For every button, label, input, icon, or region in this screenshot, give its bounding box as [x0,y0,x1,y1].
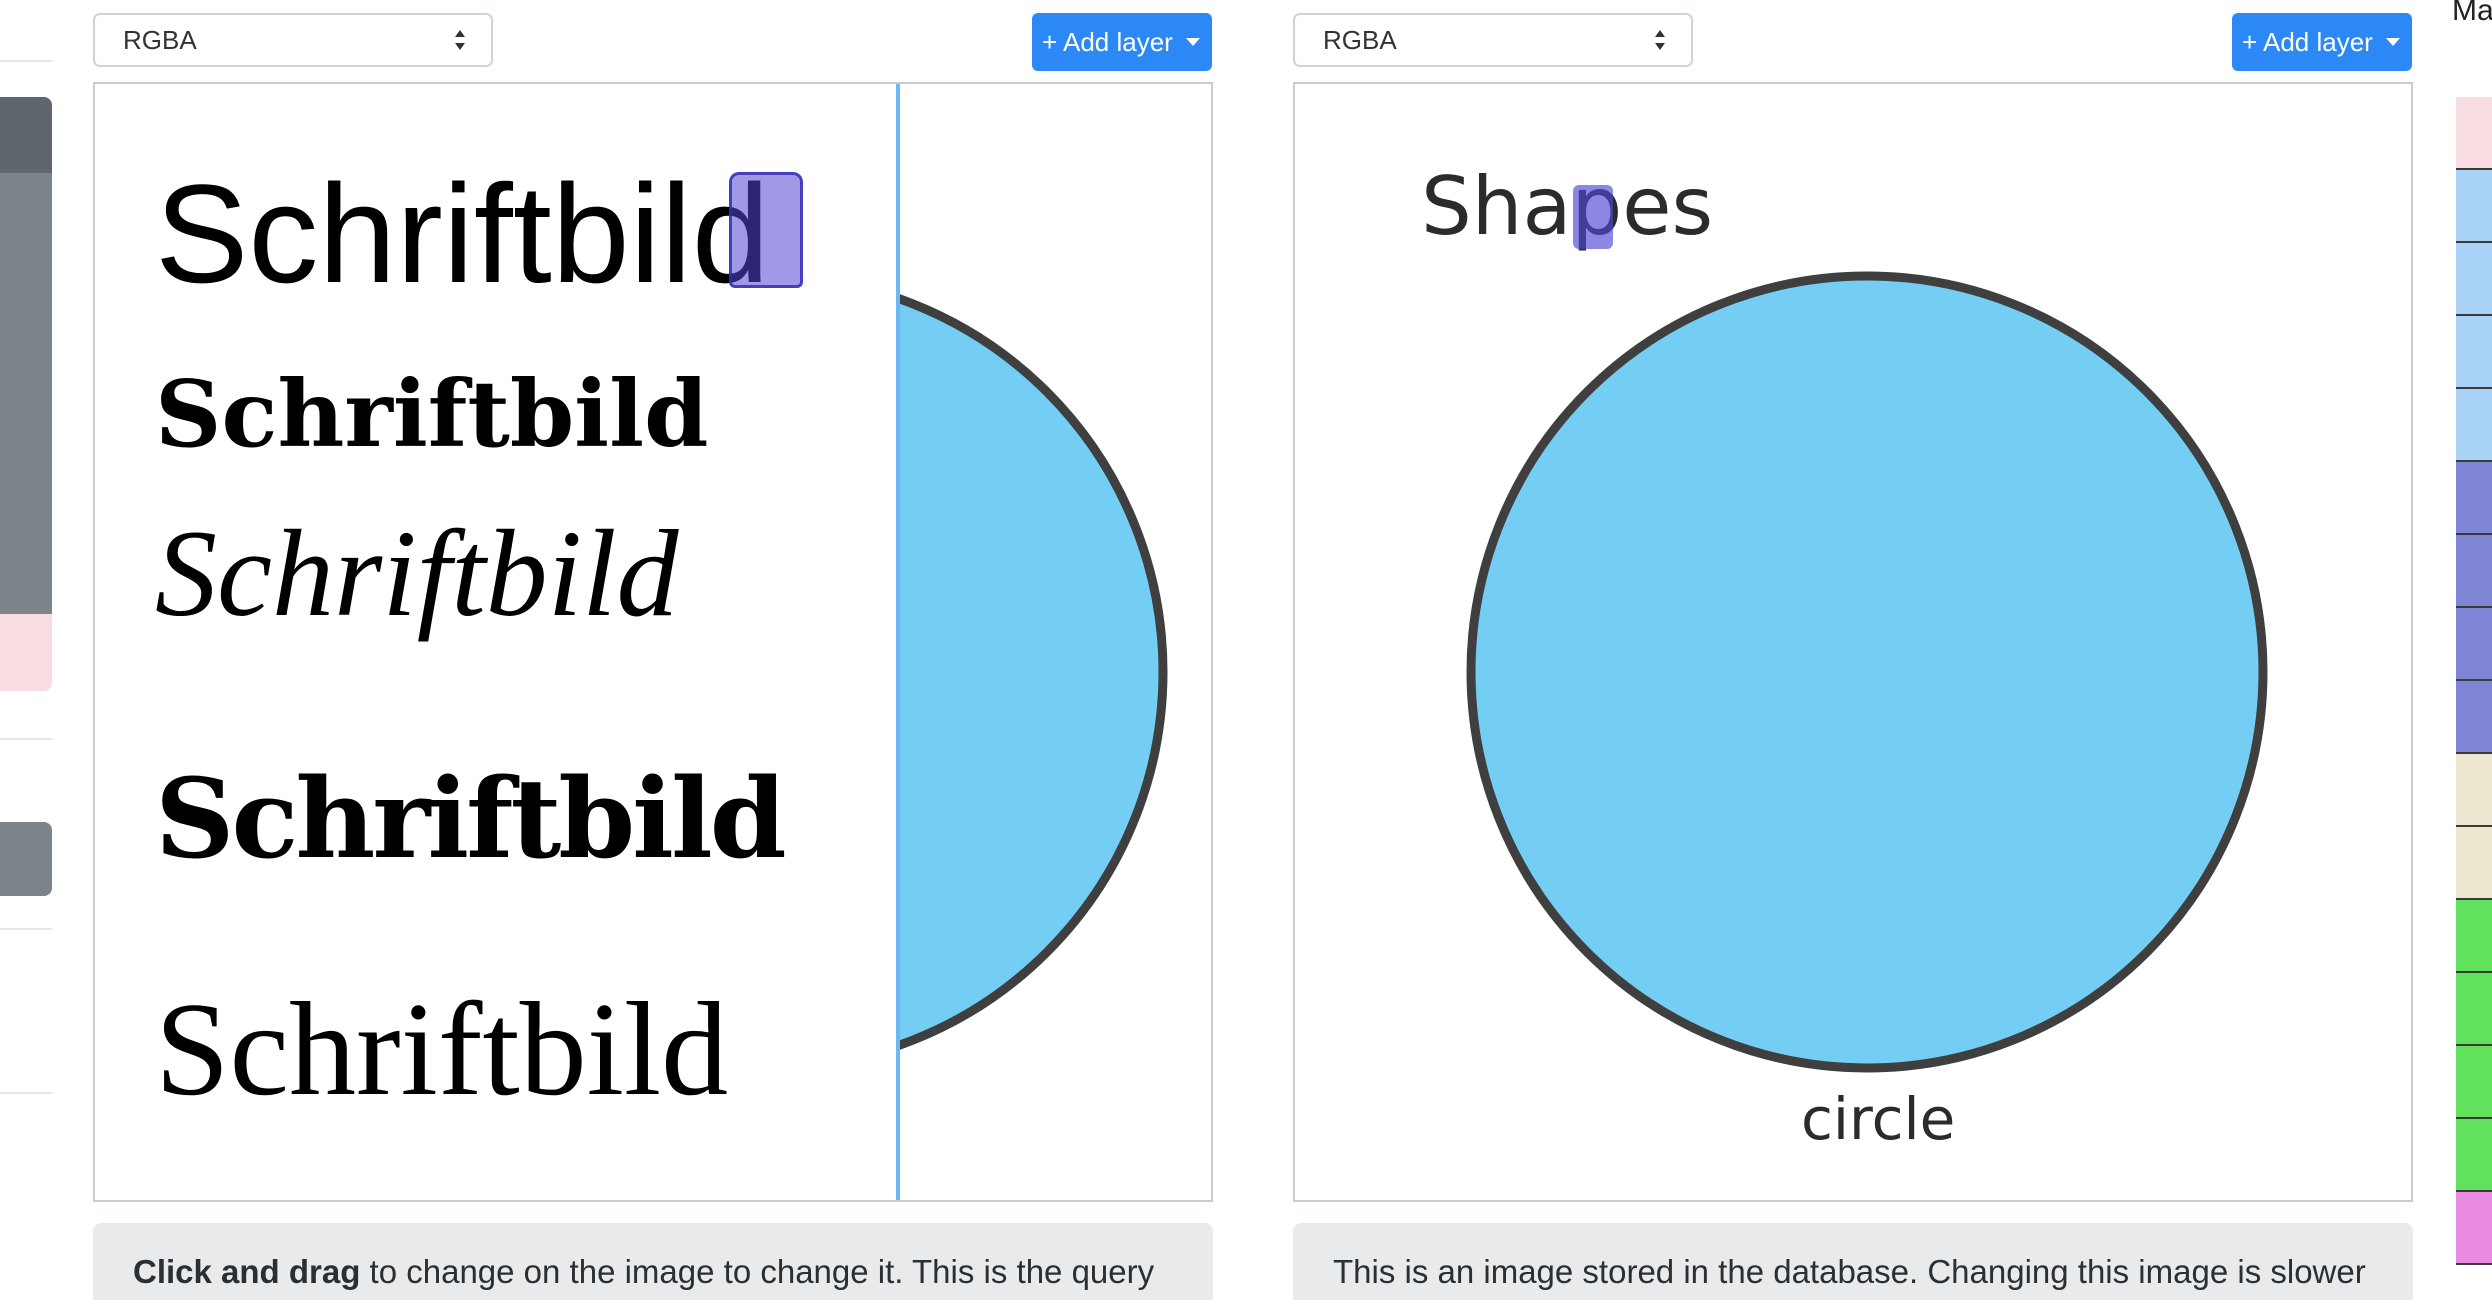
color-swatch[interactable] [2456,973,2492,1046]
color-swatch[interactable] [2456,754,2492,827]
sidebar-divider [0,60,52,62]
note-text: to change on the image to change it. Thi… [360,1253,1155,1290]
color-swatch[interactable] [2456,316,2492,389]
image-caption: circle [1801,1085,1956,1153]
color-swatch[interactable] [2456,1119,2492,1192]
sample-text-serif: Schriftbild [155,975,729,1123]
sample-text-slab: Schriftbild [155,360,709,468]
color-swatch[interactable] [2456,170,2492,243]
circle-shape [1466,271,2268,1073]
color-swatch[interactable] [2456,243,2492,316]
left-add-layer-label: + Add layer [1042,27,1173,57]
select-arrows-icon [1655,30,1665,50]
color-swatch[interactable] [2456,535,2492,608]
color-swatch[interactable] [2456,97,2492,170]
query-image-canvas[interactable]: Schriftbild Schriftbild Schriftbild Schr… [93,82,1213,1202]
color-swatch[interactable] [2456,827,2492,900]
left-mode-select[interactable]: RGBA [93,13,493,67]
sidebar-panel [0,173,52,614]
color-swatch[interactable] [2456,1192,2492,1265]
sample-text-script: Schriftbild [155,505,679,642]
sidebar-item-highlight[interactable] [0,614,52,691]
right-mode-select-value: RGBA [1323,25,1397,55]
color-swatch[interactable] [2456,681,2492,754]
sidebar-active-item[interactable] [0,97,52,173]
right-add-layer-label: + Add layer [2242,27,2373,57]
split-divider-handle[interactable] [896,84,900,1200]
note-emphasis: Click and drag [133,1253,361,1290]
left-mode-select-value: RGBA [123,25,197,55]
sidebar-divider [0,1092,52,1094]
left-add-layer-button[interactable]: + Add layer [1032,13,1212,71]
caret-down-icon [2386,38,2400,46]
sidebar-divider [0,738,52,740]
caret-down-icon [1186,38,1200,46]
sidebar-button[interactable] [0,822,52,896]
database-image-canvas[interactable]: Shapes circle [1293,82,2413,1202]
note-text: This is an image stored in the database.… [1333,1253,2366,1290]
database-image-note: This is an image stored in the database.… [1293,1223,2413,1300]
sample-text-sans: Schriftbild [155,155,770,312]
right-mode-select[interactable]: RGBA [1293,13,1693,67]
color-swatch[interactable] [2456,608,2492,681]
color-swatch[interactable] [2456,1046,2492,1119]
text-highlight-marker [729,172,803,288]
color-swatch[interactable] [2456,462,2492,535]
sidebar-divider [0,928,52,930]
query-image-note: Click and drag to change on the image to… [93,1223,1213,1300]
color-swatch[interactable] [2456,389,2492,462]
right-add-layer-button[interactable]: + Add layer [2232,13,2412,71]
edge-label: Ma [2452,0,2492,27]
sample-text-blackletter: Schriftbild [155,754,787,883]
select-arrows-icon [455,30,465,50]
color-swatch[interactable] [2456,900,2492,973]
